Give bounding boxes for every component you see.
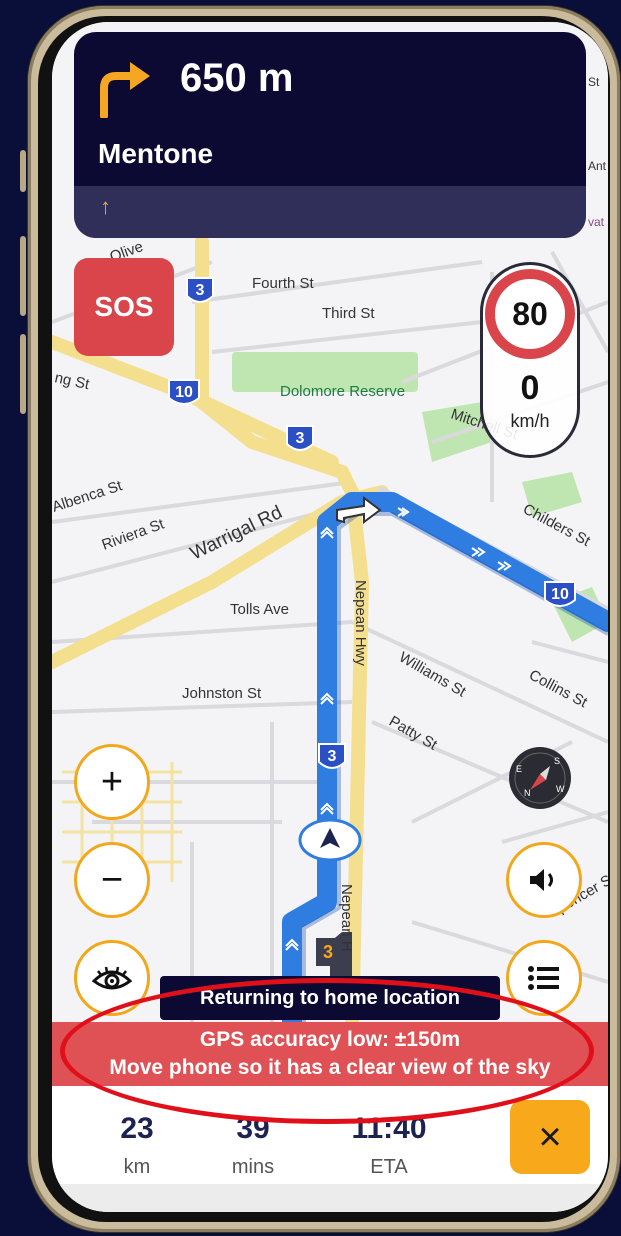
shield-label: 10: [551, 586, 569, 603]
eye-icon: [92, 966, 132, 990]
map-label: Fourth St: [252, 275, 315, 292]
map-label: Dolomore Reserve: [280, 383, 405, 400]
up-arrow-icon: ↑: [100, 194, 111, 219]
map-label: Third St: [322, 305, 375, 322]
trip-eta-label: ETA: [370, 1156, 408, 1178]
shield-label: 3: [323, 942, 333, 962]
map-label: Nepean H: [338, 884, 355, 952]
map-label: Tolls Ave: [230, 601, 289, 618]
svg-text:N: N: [524, 788, 531, 798]
shield-label: 3: [196, 282, 205, 299]
map-label: Nepean Hwy: [352, 580, 369, 666]
end-navigation-button[interactable]: ×: [510, 1100, 590, 1174]
list-icon: [528, 966, 559, 990]
speed-limit-sign: 80: [485, 269, 575, 359]
minus-icon: −: [100, 858, 124, 901]
navigation-banner: 650 m Mentone ↑: [74, 32, 586, 238]
next-maneuver-bar: [74, 186, 586, 238]
trip-distance: 23 km: [82, 1112, 192, 1179]
svg-text:E: E: [516, 764, 522, 774]
plus-icon: +: [100, 760, 124, 803]
close-icon: ×: [538, 1114, 562, 1159]
sound-button[interactable]: [506, 842, 582, 918]
zoom-out-button[interactable]: −: [74, 842, 150, 918]
svg-text:W: W: [556, 784, 565, 794]
volume-down-button: [20, 334, 26, 414]
speed-unit: km/h: [510, 411, 550, 431]
turn-right-icon: [100, 62, 150, 118]
trip-distance-value: 23: [120, 1112, 154, 1145]
shield-label: 10: [175, 384, 193, 401]
map-label: Johnston St: [182, 685, 262, 702]
shield-label: 3: [328, 748, 337, 765]
zoom-in-button[interactable]: +: [74, 744, 150, 820]
sos-button[interactable]: SOS: [74, 258, 174, 356]
speed-panel: 80 0 km/h: [480, 262, 580, 458]
trip-duration-label: mins: [231, 1156, 275, 1178]
map-label: vat: [588, 215, 605, 229]
shield-label: 3: [296, 430, 305, 447]
compass-icon[interactable]: N S E W: [508, 746, 572, 810]
maneuver-street: Mentone: [98, 138, 214, 169]
map-label: St: [588, 75, 600, 89]
maneuver-distance: 650 m: [180, 56, 294, 100]
current-location-marker: [298, 818, 362, 862]
current-speed: 0: [520, 369, 540, 407]
map-label: Ant: [588, 159, 607, 173]
svg-text:S: S: [554, 756, 560, 766]
home-indicator-area: [52, 1184, 608, 1212]
volume-up-button: [20, 236, 26, 316]
trip-distance-label: km: [123, 1156, 151, 1178]
speaker-icon: [530, 869, 553, 891]
mute-switch: [20, 150, 26, 192]
annotation-highlight-ellipse: [60, 978, 594, 1124]
